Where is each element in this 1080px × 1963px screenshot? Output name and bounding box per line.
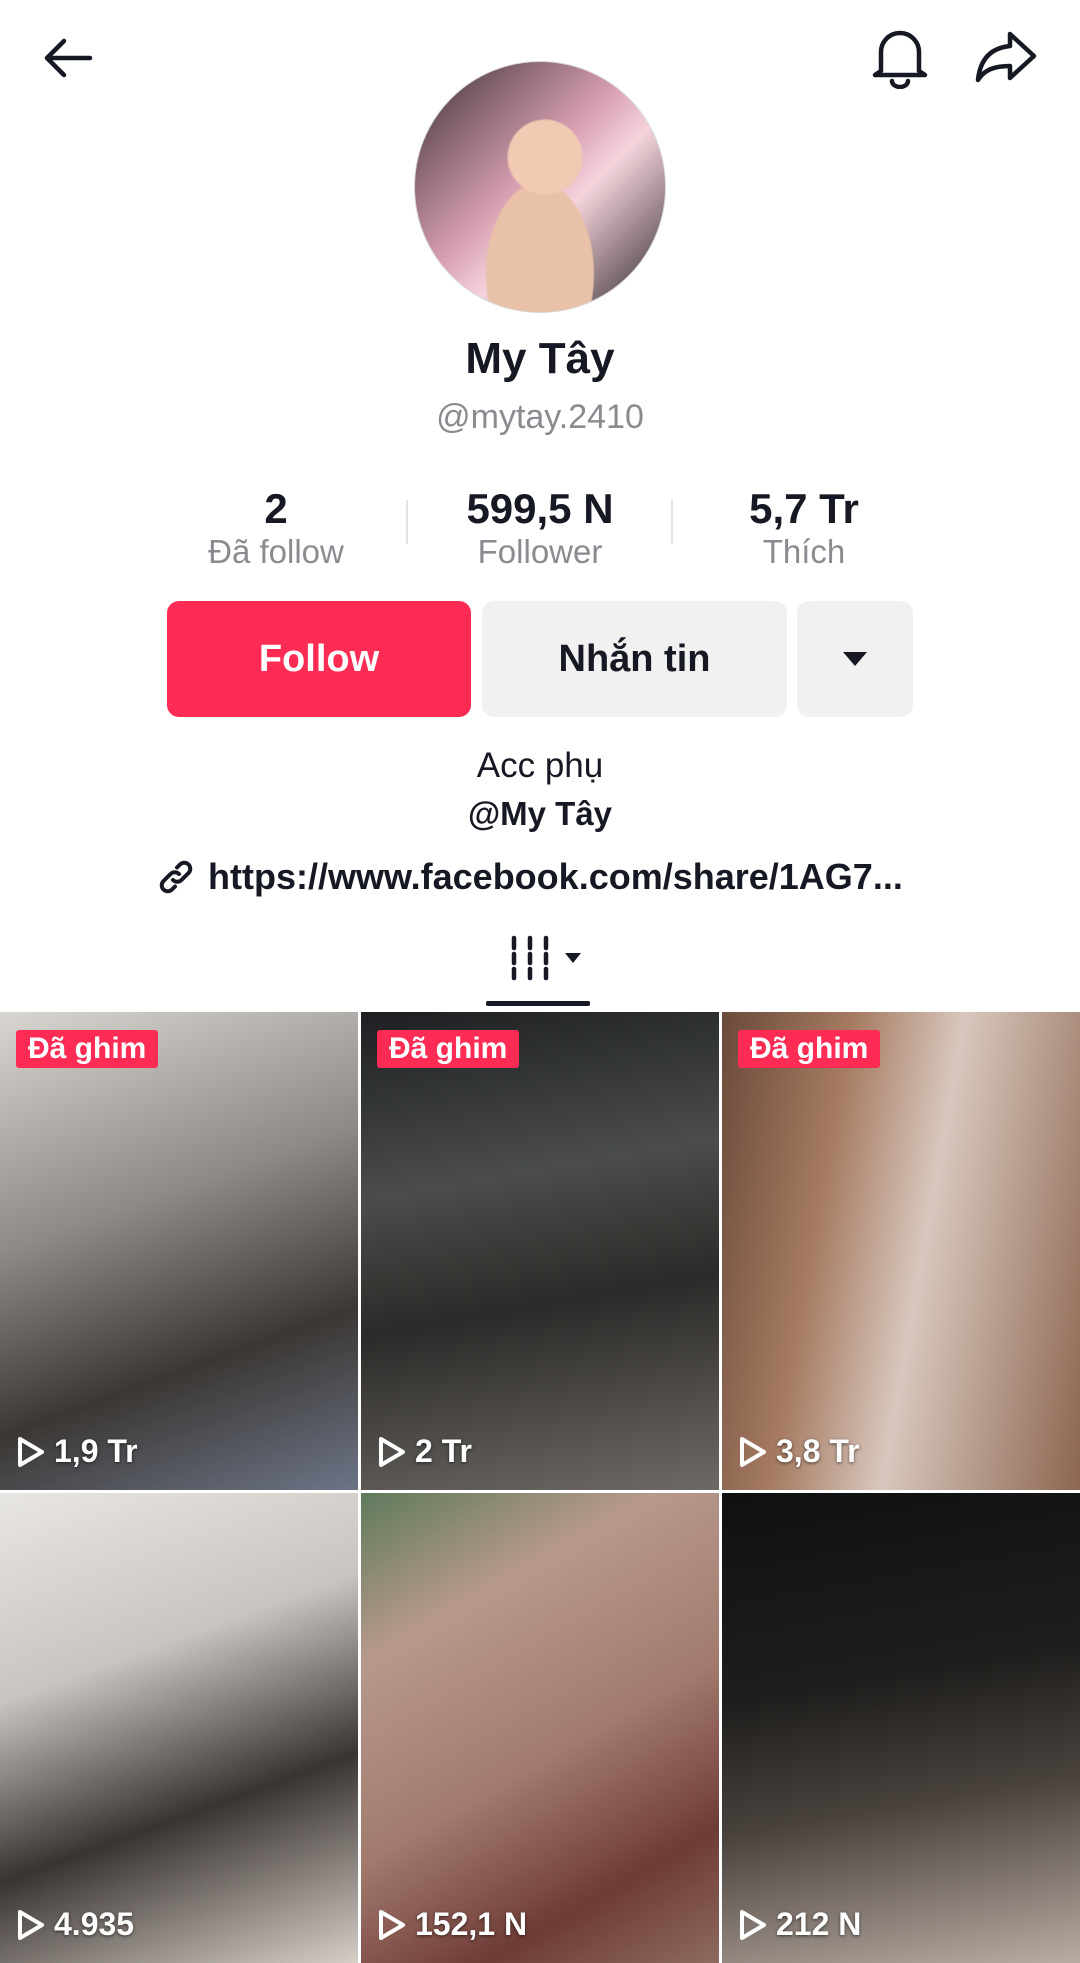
- share-button[interactable]: [966, 18, 1046, 94]
- view-count-text: 152,1 N: [415, 1906, 528, 1942]
- view-count: 152,1 N: [377, 1906, 527, 1943]
- play-icon: [740, 1436, 766, 1467]
- tab-active-indicator: [486, 1001, 590, 1006]
- video-tile[interactable]: Đã ghim 2 Tr: [361, 1012, 719, 1490]
- pinned-badge: Đã ghim: [738, 1030, 881, 1068]
- stat-followers-value: 599,5 N: [466, 485, 614, 532]
- tab-videos[interactable]: [486, 928, 590, 1008]
- view-count: 2 Tr: [377, 1433, 472, 1470]
- grid-icon: [511, 935, 549, 981]
- avatar[interactable]: [414, 61, 666, 313]
- view-count-text: 2 Tr: [415, 1433, 472, 1469]
- stat-followers[interactable]: 599,5 N Follower: [440, 486, 640, 572]
- stat-likes-label: Thích: [762, 533, 846, 570]
- video-tile[interactable]: 4.935: [0, 1493, 358, 1963]
- bio-link-text: https://www.facebook.com/share/1AG7...: [208, 856, 903, 897]
- video-tile[interactable]: Đã ghim 3,8 Tr: [722, 1012, 1080, 1490]
- link-icon: [159, 860, 193, 894]
- stat-likes-value: 5,7 Tr: [749, 485, 859, 532]
- pinned-badge: Đã ghim: [377, 1030, 520, 1068]
- stat-following-value: 2: [264, 485, 288, 532]
- play-icon: [18, 1436, 44, 1467]
- play-icon: [18, 1909, 44, 1940]
- stat-following-label: Đã follow: [208, 533, 344, 570]
- view-count: 3,8 Tr: [738, 1433, 860, 1470]
- pinned-badge: Đã ghim: [16, 1030, 159, 1068]
- bell-icon: [872, 30, 928, 89]
- follow-button[interactable]: Follow: [167, 601, 471, 717]
- message-button[interactable]: Nhắn tin: [482, 601, 787, 717]
- video-tile[interactable]: 212 N: [722, 1493, 1080, 1963]
- play-icon: [740, 1909, 766, 1940]
- chevron-down-icon: [565, 953, 581, 963]
- back-arrow-icon: [44, 38, 93, 78]
- view-count-text: 4.935: [54, 1906, 135, 1942]
- message-button-label: Nhắn tin: [558, 637, 711, 680]
- stat-divider: [406, 500, 408, 544]
- bio-line: Acc phụ: [476, 746, 604, 785]
- chevron-down-icon: [843, 652, 867, 666]
- share-icon: [975, 31, 1037, 83]
- view-count-text: 1,9 Tr: [54, 1433, 138, 1469]
- play-icon: [379, 1436, 405, 1467]
- view-count: 1,9 Tr: [16, 1433, 138, 1470]
- follow-button-label: Follow: [258, 637, 380, 680]
- view-count-text: 3,8 Tr: [776, 1433, 860, 1469]
- notification-button[interactable]: [862, 18, 938, 94]
- video-tile[interactable]: Đã ghim 1,9 Tr: [0, 1012, 358, 1490]
- stat-followers-label: Follower: [477, 533, 603, 570]
- stat-likes[interactable]: 5,7 Tr Thích: [704, 486, 904, 572]
- view-count-text: 212 N: [776, 1906, 862, 1942]
- video-tile[interactable]: 152,1 N: [361, 1493, 719, 1963]
- profile-name: My Tây: [465, 334, 615, 383]
- stat-divider: [671, 500, 673, 544]
- back-button[interactable]: [30, 20, 106, 96]
- view-count: 4.935: [16, 1906, 134, 1943]
- suggestions-dropdown-button[interactable]: [797, 601, 913, 717]
- bio-link[interactable]: https://www.facebook.com/share/1AG7...: [156, 856, 903, 898]
- stat-following[interactable]: 2 Đã follow: [176, 486, 376, 572]
- profile-handle: @mytay.2410: [436, 398, 644, 436]
- play-icon: [379, 1909, 405, 1940]
- view-count: 212 N: [738, 1906, 861, 1943]
- bio-mention: @My Tây: [467, 795, 613, 832]
